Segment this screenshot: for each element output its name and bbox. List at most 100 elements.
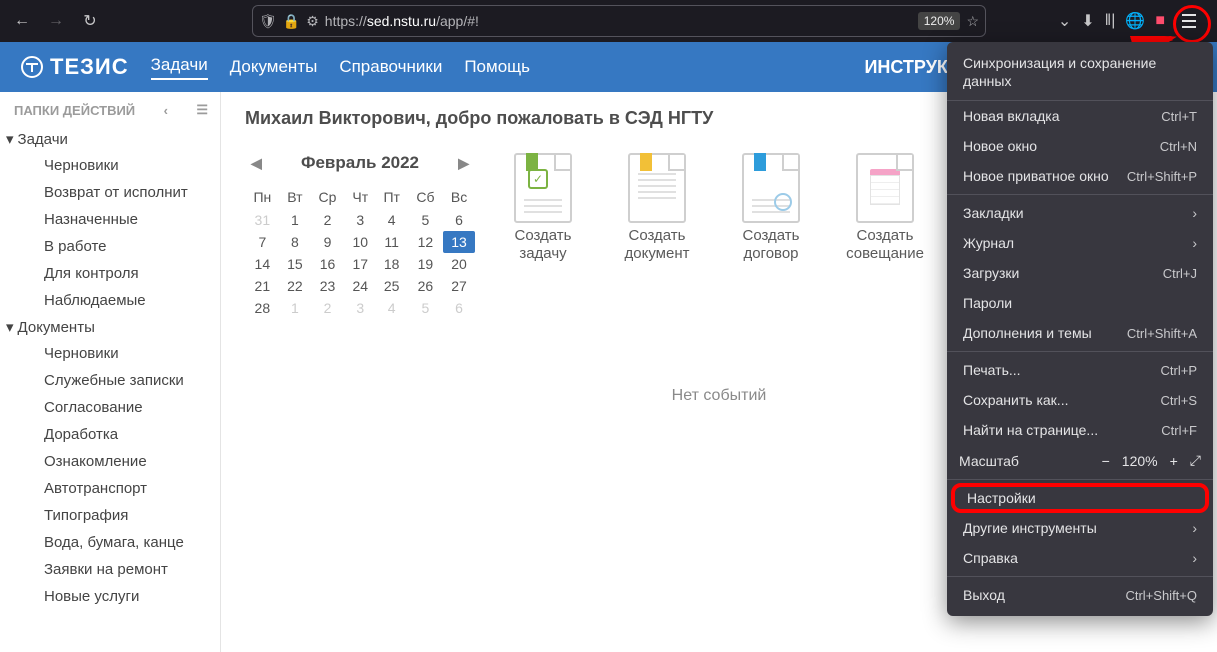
sidebar-item-0-2[interactable]: Назначенные (0, 206, 220, 233)
calendar-day[interactable]: 12 (408, 231, 443, 253)
calendar-day[interactable]: 3 (345, 209, 376, 231)
calendar-day[interactable]: 17 (345, 253, 376, 275)
calendar-day[interactable]: 6 (443, 209, 475, 231)
calendar-day[interactable]: 15 (280, 253, 310, 275)
app-menu-button[interactable] (1175, 7, 1203, 35)
menu-item-10[interactable]: Печать...Ctrl+P (947, 355, 1213, 385)
sidebar-item-1-5[interactable]: Автотранспорт (0, 475, 220, 502)
zoom-badge[interactable]: 120% (918, 12, 961, 30)
pocket-icon[interactable]: ⌄ (1058, 11, 1071, 31)
nav-tasks[interactable]: Задачи (151, 55, 208, 80)
nav-documents[interactable]: Документы (230, 57, 318, 77)
shortcut: Ctrl+Shift+Q (1125, 588, 1197, 603)
menu-item-1[interactable]: Новое окноCtrl+N (947, 131, 1213, 161)
sidebar-group-1[interactable]: ▾Документы (0, 314, 220, 340)
library-icon[interactable]: ‖| (1105, 12, 1116, 30)
menu-item-12[interactable]: Найти на странице...Ctrl+F (947, 415, 1213, 445)
menu-item-7[interactable]: Пароли (947, 288, 1213, 318)
menu-item-6[interactable]: ЗагрузкиCtrl+J (947, 258, 1213, 288)
calendar-day[interactable]: 23 (310, 275, 345, 297)
sidebar-item-1-9[interactable]: Новые услуги (0, 583, 220, 610)
calendar-day[interactable]: 11 (376, 231, 408, 253)
calendar-day[interactable]: 26 (408, 275, 443, 297)
calendar-day[interactable]: 22 (280, 275, 310, 297)
sidebar-item-0-5[interactable]: Наблюдаемые (0, 287, 220, 314)
calendar-day[interactable]: 4 (376, 297, 408, 319)
sidebar-item-1-4[interactable]: Ознакомление (0, 448, 220, 475)
chevron-right-icon: › (1192, 235, 1197, 251)
menu-item-15[interactable]: Настройки (951, 483, 1209, 513)
sidebar-item-1-0[interactable]: Черновики (0, 340, 220, 367)
menu-item-11[interactable]: Сохранить как...Ctrl+S (947, 385, 1213, 415)
calendar-prev[interactable]: ◀ (245, 155, 268, 172)
calendar-day[interactable]: 20 (443, 253, 475, 275)
sidebar-item-0-1[interactable]: Возврат от исполнит (0, 179, 220, 206)
calendar-day[interactable]: 10 (345, 231, 376, 253)
quick-action-contract[interactable]: Создать договор (731, 153, 811, 263)
calendar-day[interactable]: 24 (345, 275, 376, 297)
account-icon[interactable]: 🌐 (1125, 11, 1145, 31)
fullscreen-icon[interactable]: ⤢ (1190, 452, 1201, 469)
calendar-day[interactable]: 1 (280, 297, 310, 319)
back-button[interactable]: ← (8, 7, 36, 35)
address-bar[interactable]: 🛡 🔒 ⚙ https://sed.nstu.ru/app/#! 120% ☆ (252, 5, 986, 37)
sidebar-item-1-8[interactable]: Заявки на ремонт (0, 556, 220, 583)
nav-directories[interactable]: Справочники (339, 57, 442, 77)
quick-action-task[interactable]: ✓Создать задачу (503, 153, 583, 263)
app-logo[interactable]: ТЕЗИС (20, 54, 129, 80)
quick-action-doc[interactable]: Создать документ (617, 153, 697, 263)
sidebar-item-1-2[interactable]: Согласование (0, 394, 220, 421)
menu-item-8[interactable]: Дополнения и темыCtrl+Shift+A (947, 318, 1213, 348)
calendar-day[interactable]: 5 (408, 297, 443, 319)
calendar-day[interactable]: 18 (376, 253, 408, 275)
calendar-day[interactable]: 27 (443, 275, 475, 297)
sidebar-group-0[interactable]: ▾Задачи (0, 126, 220, 152)
calendar-day[interactable]: 28 (245, 297, 280, 319)
sidebar-collapse-icon[interactable]: ‹ (164, 103, 168, 118)
bookmark-star-icon[interactable]: ☆ (966, 13, 979, 30)
menu-item-5[interactable]: Журнал› (947, 228, 1213, 258)
calendar-day[interactable]: 5 (408, 209, 443, 231)
menu-item-0[interactable]: Новая вкладкаCtrl+T (947, 101, 1213, 131)
calendar-day[interactable]: 7 (245, 231, 280, 253)
nav-help[interactable]: Помощь (464, 57, 530, 77)
calendar-day[interactable]: 2 (310, 297, 345, 319)
menu-sync[interactable]: Синхронизация и сохранение данных (947, 46, 1213, 101)
extension-icon[interactable]: ■ (1155, 12, 1165, 30)
calendar-day[interactable]: 31 (245, 209, 280, 231)
quick-action-meeting[interactable]: Создать совещание (845, 153, 925, 263)
menu-item-2[interactable]: Новое приватное окноCtrl+Shift+P (947, 161, 1213, 191)
downloads-icon[interactable]: ⬇ (1081, 11, 1094, 31)
calendar-day[interactable]: 8 (280, 231, 310, 253)
forward-button[interactable]: → (42, 7, 70, 35)
menu-item-19[interactable]: ВыходCtrl+Shift+Q (947, 580, 1213, 610)
sidebar-hide-icon[interactable]: ☰ (196, 102, 208, 118)
calendar-day[interactable]: 13 (443, 231, 475, 253)
zoom-in[interactable]: + (1170, 453, 1178, 469)
calendar-next[interactable]: ▶ (452, 155, 475, 172)
menu-item-4[interactable]: Закладки› (947, 198, 1213, 228)
calendar-day[interactable]: 14 (245, 253, 280, 275)
reload-button[interactable]: ↻ (76, 7, 104, 35)
sidebar-item-1-3[interactable]: Доработка (0, 421, 220, 448)
calendar-day[interactable]: 6 (443, 297, 475, 319)
calendar-day[interactable]: 1 (280, 209, 310, 231)
menu-item-16[interactable]: Другие инструменты› (947, 513, 1213, 543)
calendar-day[interactable]: 9 (310, 231, 345, 253)
menu-item-17[interactable]: Справка› (947, 543, 1213, 573)
calendar-day[interactable]: 2 (310, 209, 345, 231)
sidebar-item-0-3[interactable]: В работе (0, 233, 220, 260)
zoom-out[interactable]: − (1102, 453, 1110, 469)
calendar-day[interactable]: 21 (245, 275, 280, 297)
calendar-day[interactable]: 25 (376, 275, 408, 297)
calendar-day[interactable]: 3 (345, 297, 376, 319)
calendar-day[interactable]: 4 (376, 209, 408, 231)
menu-separator (947, 479, 1213, 480)
sidebar-item-1-1[interactable]: Служебные записки (0, 367, 220, 394)
calendar-day[interactable]: 19 (408, 253, 443, 275)
sidebar-item-1-7[interactable]: Вода, бумага, канце (0, 529, 220, 556)
sidebar-item-0-4[interactable]: Для контроля (0, 260, 220, 287)
calendar-day[interactable]: 16 (310, 253, 345, 275)
sidebar-item-1-6[interactable]: Типография (0, 502, 220, 529)
sidebar-item-0-0[interactable]: Черновики (0, 152, 220, 179)
